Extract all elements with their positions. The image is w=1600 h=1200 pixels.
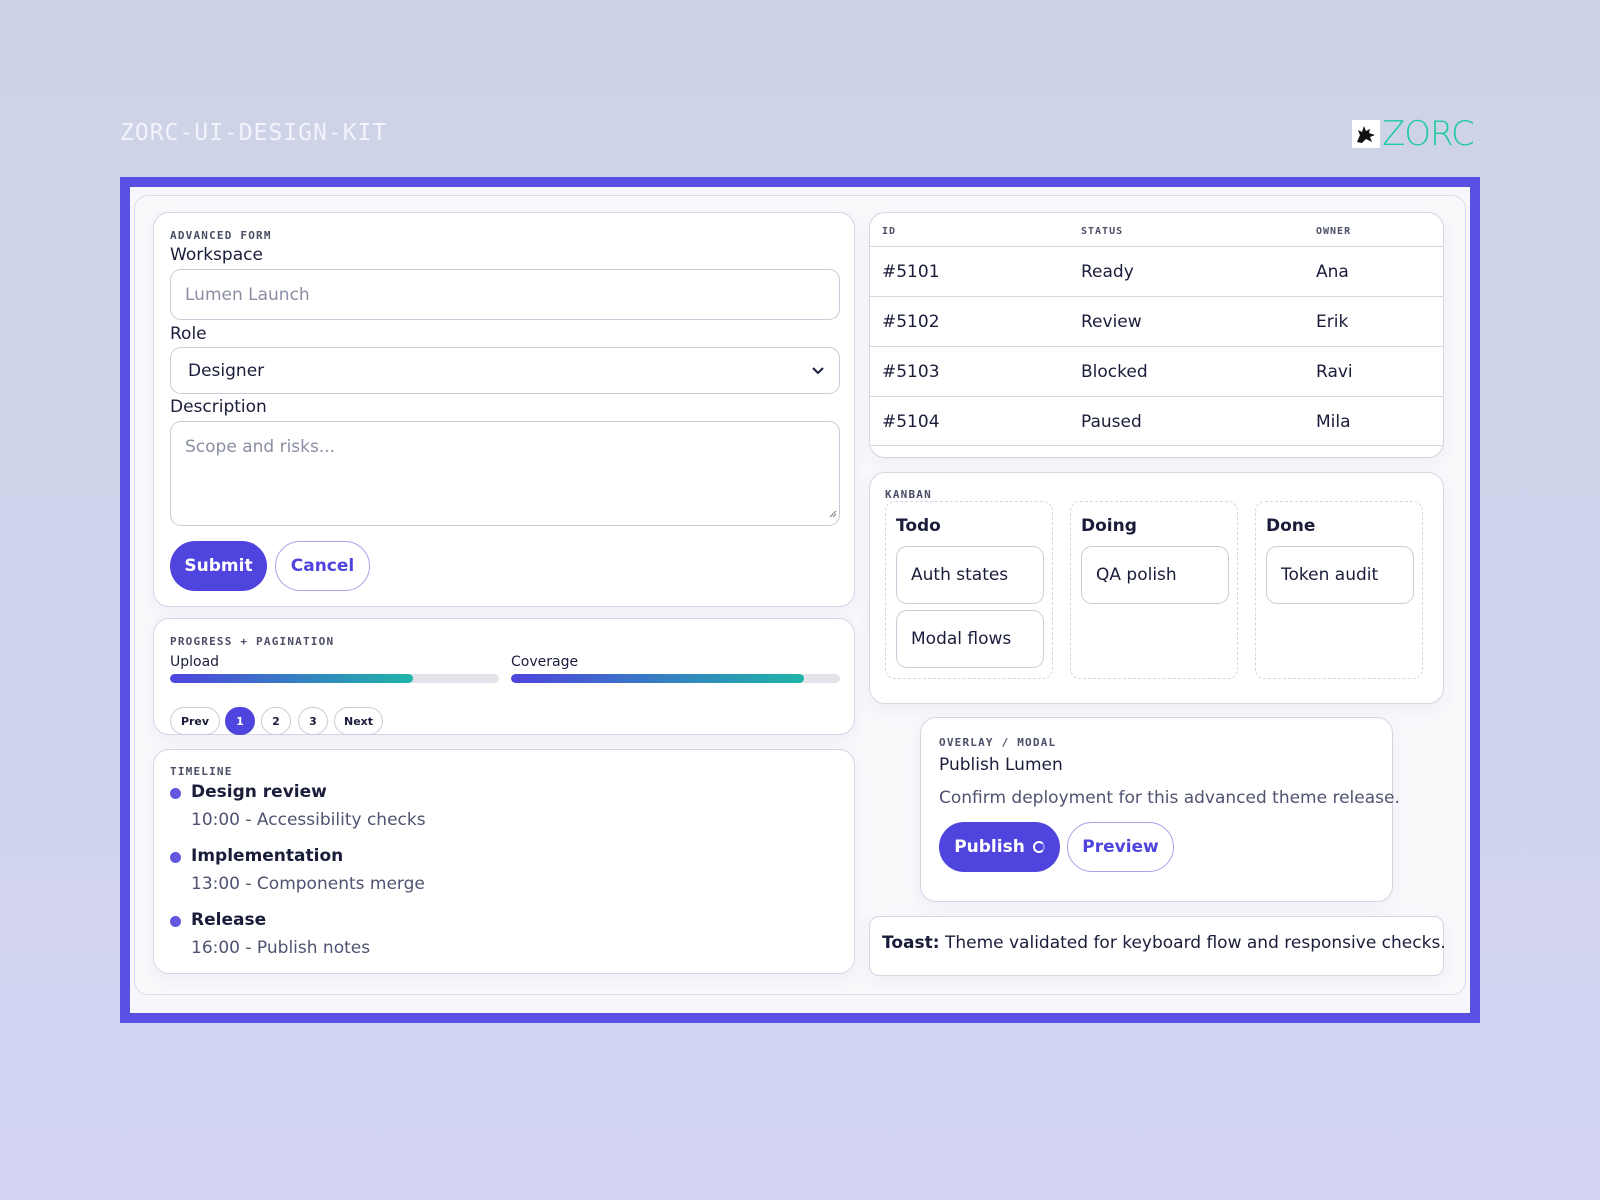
kanban-column-title: Todo (896, 516, 941, 536)
form-eyebrow: ADVANCED FORM (170, 229, 272, 242)
table-header-status: STATUS (1081, 226, 1124, 237)
table-cell-status: Review (1081, 312, 1142, 332)
timeline-item-title: Implementation (191, 846, 344, 866)
wolf-icon (1352, 120, 1380, 148)
timeline-eyebrow: TIMELINE (170, 765, 233, 778)
role-select-value: Designer (188, 360, 265, 381)
toast-message: Theme validated for keyboard flow and re… (944, 933, 1446, 953)
kanban-task-card[interactable]: QA polish (1081, 546, 1229, 604)
table-header-owner: OWNER (1316, 226, 1352, 237)
workspace-label: Workspace (170, 245, 263, 265)
pagination-page-1[interactable]: 1 (225, 707, 255, 735)
kanban-column-done: Done Token audit (1255, 501, 1423, 679)
toast-label: Toast: (882, 933, 940, 953)
table-cell-status: Blocked (1081, 362, 1148, 382)
submit-button[interactable]: Submit (170, 541, 267, 591)
table-row[interactable]: #5101 Ready Ana (870, 246, 1443, 296)
coverage-label: Coverage (511, 654, 579, 670)
description-placeholder: Scope and risks... (185, 437, 336, 457)
workspace-input[interactable]: Lumen Launch (170, 269, 840, 320)
kanban-task-card[interactable]: Modal flows (896, 610, 1044, 668)
coverage-progress-bar (511, 674, 840, 683)
upload-progress-fill (170, 674, 414, 683)
timeline-dot (170, 788, 181, 799)
kanban-column-title: Doing (1081, 516, 1137, 536)
kanban-column-todo: Todo Auth states Modal flows (885, 501, 1053, 679)
timeline-item-detail: 10:00 - Accessibility checks (191, 810, 426, 830)
table-row[interactable]: #5102 Review Erik (870, 296, 1443, 346)
pagination-prev[interactable]: Prev (170, 707, 220, 735)
description-label: Description (170, 397, 267, 417)
advanced-form-card: ADVANCED FORM Workspace Lumen Launch Rol… (153, 212, 855, 607)
logo-text: ZORC (1382, 114, 1475, 154)
kanban-task-card[interactable]: Token audit (1266, 546, 1414, 604)
modal-eyebrow: OVERLAY / MODAL (939, 736, 1057, 749)
timeline-item-title: Release (191, 910, 267, 930)
data-table-card: ID STATUS OWNER #5101 Ready Ana #5102 Re… (869, 212, 1444, 458)
table-cell-owner: Erik (1316, 312, 1349, 332)
table-cell-id: #5102 (882, 312, 940, 332)
publish-button-label: Publish (954, 837, 1025, 857)
table-header-id: ID (882, 226, 897, 237)
loading-spinner-icon (1032, 841, 1045, 853)
table-cell-status: Paused (1081, 412, 1142, 432)
table-row[interactable]: #5103 Blocked Ravi (870, 346, 1443, 396)
upload-progress-bar (170, 674, 499, 683)
kanban-eyebrow: KANBAN (885, 488, 932, 501)
kanban-card: KANBAN Todo Auth states Modal flows Doin… (869, 472, 1444, 704)
description-textarea[interactable]: Scope and risks... (170, 421, 840, 526)
chevron-down-icon (811, 361, 825, 381)
timeline-card: TIMELINE Design review 10:00 - Accessibi… (153, 749, 855, 974)
role-label: Role (170, 324, 207, 344)
kanban-column-title: Done (1266, 516, 1316, 536)
table-row[interactable]: #5104 Paused Mila (870, 396, 1443, 446)
modal-dialog: OVERLAY / MODAL Publish Lumen Confirm de… (920, 717, 1400, 902)
timeline-item-title: Design review (191, 782, 327, 802)
table-cell-owner: Ana (1316, 262, 1349, 282)
timeline-item-detail: 13:00 - Components merge (191, 874, 425, 894)
timeline-dot (170, 916, 181, 927)
upload-label: Upload (170, 654, 220, 670)
kit-title: ZORC-UI-DESIGN-KIT (120, 120, 388, 146)
timeline-item-detail: 16:00 - Publish notes (191, 938, 371, 958)
cancel-button[interactable]: Cancel (275, 541, 370, 591)
publish-button[interactable]: Publish (939, 822, 1060, 872)
preview-button[interactable]: Preview (1067, 822, 1174, 872)
showcase-frame: ADVANCED FORM Workspace Lumen Launch Rol… (120, 177, 1480, 1023)
table-cell-id: #5104 (882, 412, 940, 432)
toast-notification: Toast: Theme validated for keyboard flow… (869, 916, 1446, 976)
table-cell-status: Ready (1081, 262, 1134, 282)
kanban-task-card[interactable]: Auth states (896, 546, 1044, 604)
toast-content: Toast: Theme validated for keyboard flow… (882, 933, 1446, 953)
role-select[interactable]: Designer (170, 347, 840, 394)
modal-body: Confirm deployment for this advanced the… (939, 788, 1400, 808)
table-cell-id: #5103 (882, 362, 940, 382)
coverage-progress-fill (511, 674, 804, 683)
modal-title: Publish Lumen (939, 755, 1063, 775)
pagination-page-2[interactable]: 2 (261, 707, 291, 735)
pagination-next[interactable]: Next (334, 707, 383, 735)
resize-handle-icon (827, 503, 837, 523)
table-cell-owner: Ravi (1316, 362, 1353, 382)
table-cell-owner: Mila (1316, 412, 1351, 432)
timeline-dot (170, 852, 181, 863)
brand-logo: ZORC (1352, 114, 1475, 154)
pagination-page-3[interactable]: 3 (298, 707, 328, 735)
progress-eyebrow: PROGRESS + PAGINATION (170, 635, 335, 648)
workspace-placeholder: Lumen Launch (185, 284, 310, 305)
component-board: ADVANCED FORM Workspace Lumen Launch Rol… (134, 195, 1466, 995)
table-cell-id: #5101 (882, 262, 940, 282)
kanban-column-doing: Doing QA polish (1070, 501, 1238, 679)
progress-card: PROGRESS + PAGINATION Upload Coverage Pr… (153, 618, 855, 735)
